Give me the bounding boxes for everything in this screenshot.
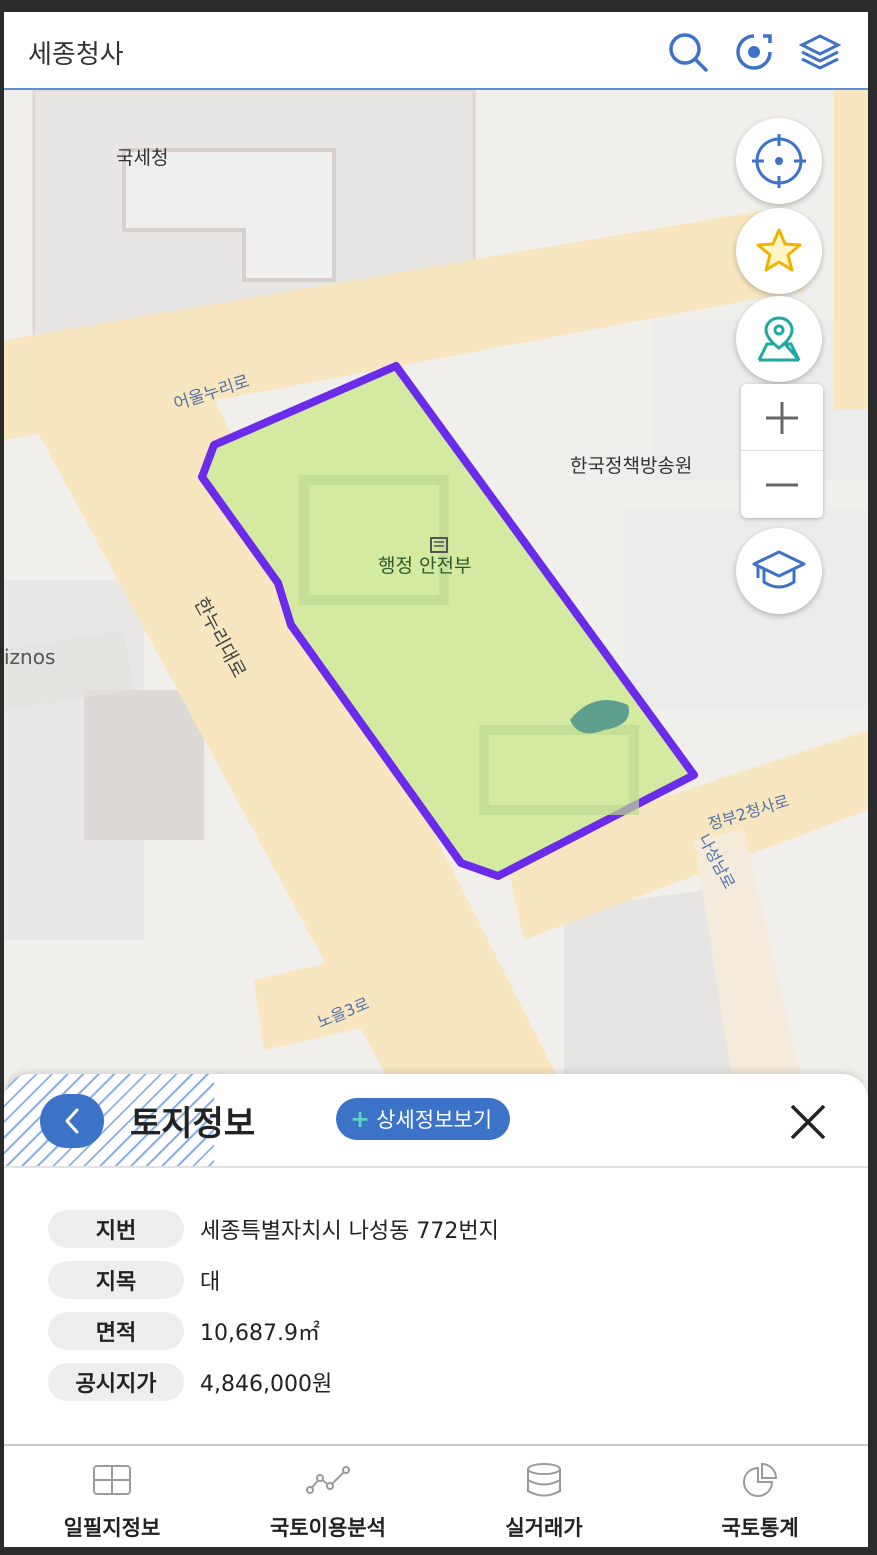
search-icon[interactable] — [666, 30, 710, 74]
star-icon — [756, 228, 802, 272]
sheet-title: 토지정보 — [130, 1104, 256, 1144]
location-map-button[interactable] — [736, 296, 822, 382]
current-location-button[interactable] — [736, 118, 822, 204]
info-row-land-category: 지목 대 — [48, 1261, 220, 1299]
search-bar[interactable]: 세종청사 — [4, 12, 868, 90]
graduation-cap-icon — [752, 550, 806, 589]
info-label: 면적 — [48, 1312, 184, 1350]
line-chart-icon — [306, 1466, 350, 1494]
plus-icon — [766, 401, 798, 434]
info-value: 4,846,000원 — [200, 1372, 333, 1397]
back-button[interactable] — [40, 1094, 104, 1148]
map-pin-icon — [757, 316, 801, 362]
nav-label: 국토통계 — [721, 1516, 799, 1540]
view-details-label: 상세정보보기 — [376, 1108, 493, 1132]
info-value: 세종특별자치시 나성동 772번지 — [200, 1219, 499, 1244]
nav-item-real-transaction[interactable]: 실거래가 — [436, 1446, 652, 1547]
label-ktv: 한국정책방송원 — [570, 455, 692, 477]
info-row-lot-number: 지번 세종특별자치시 나성동 772번지 — [48, 1210, 499, 1248]
favorites-button[interactable] — [736, 208, 822, 294]
search-query[interactable]: 세종청사 — [28, 34, 124, 71]
info-label: 지번 — [48, 1210, 184, 1248]
nav-label: 실거래가 — [505, 1516, 583, 1540]
view-details-button[interactable]: + 상세정보보기 — [336, 1098, 511, 1140]
zoom-control — [741, 384, 823, 518]
nav-label: 일필지정보 — [63, 1516, 161, 1540]
layers-icon[interactable] — [798, 30, 842, 74]
pie-chart-icon — [743, 1462, 778, 1497]
chevron-left-icon — [65, 1108, 79, 1134]
sheet-divider — [4, 1166, 868, 1168]
info-row-official-price: 공시지가 4,846,000원 — [48, 1363, 332, 1401]
info-value: 대 — [200, 1270, 221, 1295]
label-nts: 국세청 — [116, 147, 168, 169]
grid-icon — [93, 1465, 131, 1495]
info-row-area: 면적 10,687.9㎡ — [48, 1312, 320, 1350]
close-icon[interactable] — [786, 1100, 830, 1144]
zoom-out-button[interactable] — [741, 451, 823, 518]
zoom-in-button[interactable] — [741, 384, 823, 451]
label-iznos: iznos — [4, 645, 55, 669]
database-icon — [527, 1463, 561, 1497]
education-button[interactable] — [736, 528, 822, 614]
info-label: 지목 — [48, 1261, 184, 1299]
label-mois: 행정 안전부 — [378, 555, 471, 577]
info-label: 공시지가 — [48, 1363, 184, 1401]
minus-icon — [766, 483, 798, 486]
crosshair-icon — [752, 134, 806, 188]
nav-label: 국토이용분석 — [270, 1516, 386, 1540]
nav-item-national-statistics[interactable]: 국토통계 — [652, 1446, 868, 1547]
eye-view-icon[interactable] — [732, 30, 776, 74]
info-value: 10,687.9㎡ — [200, 1321, 320, 1346]
app-frame: 세종청사 국세청 어울누리로 한국정책방송원 행정 안전부 한누리대로 izno… — [4, 12, 868, 1547]
nav-item-parcel-info[interactable]: 일필지정보 — [4, 1446, 220, 1547]
nav-item-land-use-analysis[interactable]: 국토이용분석 — [220, 1446, 436, 1547]
bottom-nav: 일필지정보 국토이용분석 실거래가 국토통계 — [4, 1444, 868, 1547]
plus-icon: + — [350, 1105, 371, 1133]
land-info-sheet: 토지정보 + 상세정보보기 지번 세종특별자치시 나성동 772번지 지목 대 … — [4, 1074, 868, 1454]
